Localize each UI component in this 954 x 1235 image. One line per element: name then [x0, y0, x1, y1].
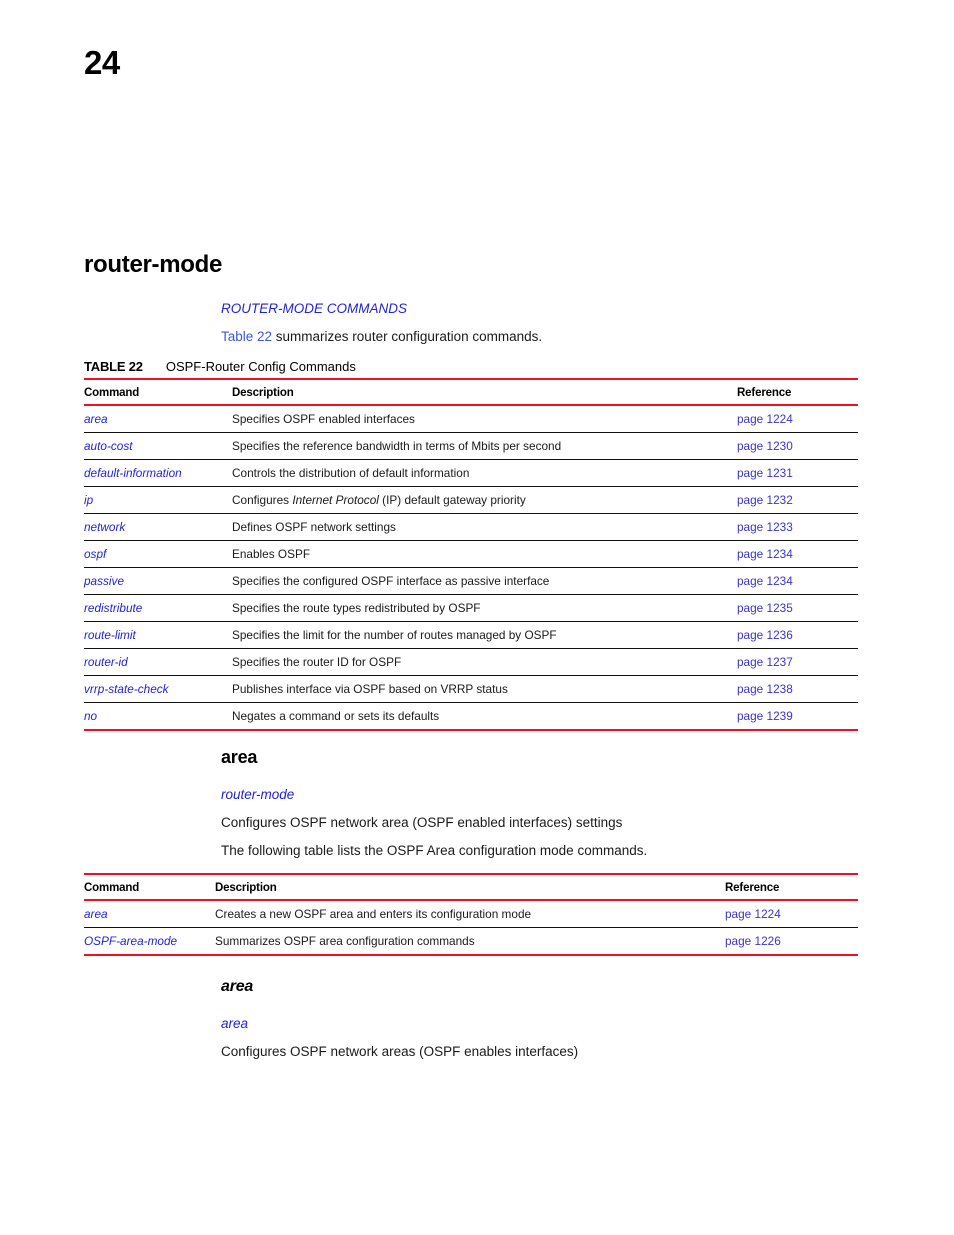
column-header-command: Command: [84, 378, 232, 406]
cell-command[interactable]: ip: [84, 486, 232, 514]
section-area-sub-mode-label[interactable]: area: [221, 1016, 921, 1032]
column-header-description: Description: [215, 873, 725, 901]
ospf-router-config-commands-table: Command Description Reference area Speci…: [84, 378, 858, 731]
table-area-head: Command Description Reference: [84, 873, 858, 901]
section-area-line2: The following table lists the OSPF Area …: [221, 843, 648, 858]
section-area-sub-line1: Configures OSPF network areas (OSPF enab…: [221, 1044, 579, 1059]
cell-command[interactable]: OSPF-area-mode: [84, 927, 215, 956]
description-post: (IP) default gateway priority: [378, 493, 526, 507]
cell-reference[interactable]: page 1226: [725, 927, 858, 956]
cell-reference[interactable]: page 1234: [737, 540, 858, 568]
cell-description: Enables OSPF: [232, 540, 737, 568]
cell-reference[interactable]: page 1231: [737, 459, 858, 487]
intro-summary-text: summarizes router configuration commands…: [272, 329, 543, 344]
table-row: vrrp-state-check Publishes interface via…: [84, 675, 858, 703]
description-emphasis: Internet Protocol: [292, 493, 379, 507]
cell-command[interactable]: area: [84, 900, 215, 928]
cell-command[interactable]: router-id: [84, 648, 232, 676]
table-row: ip Configures Internet Protocol (IP) def…: [84, 486, 858, 514]
table-row: network Defines OSPF network settings pa…: [84, 513, 858, 541]
section-area-sub-mode-row: area: [221, 1016, 921, 1032]
column-header-reference: Reference: [737, 378, 858, 406]
cell-reference[interactable]: page 1234: [737, 567, 858, 595]
cell-reference[interactable]: page 1233: [737, 513, 858, 541]
cell-command[interactable]: network: [84, 513, 232, 541]
cell-command[interactable]: passive: [84, 567, 232, 595]
section-area-heading-row: area: [221, 748, 921, 766]
cell-description: Negates a command or sets its defaults: [232, 702, 737, 731]
cell-description: Specifies the reference bandwidth in ter…: [232, 432, 737, 460]
column-header-command: Command: [84, 873, 215, 901]
cell-description: Configures Internet Protocol (IP) defaul…: [232, 486, 737, 514]
page-title: router-mode: [84, 251, 223, 278]
cell-description: Defines OSPF network settings: [232, 513, 737, 541]
table-row: route-limit Specifies the limit for the …: [84, 621, 858, 649]
table-caption-text: OSPF-Router Config Commands: [165, 359, 356, 374]
page-number: 24: [84, 44, 120, 81]
cell-description: Summarizes OSPF area configuration comma…: [215, 927, 725, 956]
section-area-sub-line1-row: Configures OSPF network areas (OSPF enab…: [221, 1044, 921, 1060]
table-row: router-id Specifies the router ID for OS…: [84, 648, 858, 676]
column-header-reference: Reference: [725, 873, 858, 901]
section-area-mode-row: router-mode: [221, 787, 921, 803]
table-row: area Specifies OSPF enabled interfaces p…: [84, 405, 858, 433]
table-caption-label: TABLE 22: [84, 359, 143, 374]
cell-description: Specifies the router ID for OSPF: [232, 648, 737, 676]
cell-description: Creates a new OSPF area and enters its c…: [215, 900, 725, 928]
section-area-line2-row: The following table lists the OSPF Area …: [221, 843, 921, 859]
intro-mode-label-row: ROUTER-MODE COMMANDS: [221, 301, 921, 317]
cell-description: Specifies OSPF enabled interfaces: [232, 405, 737, 433]
table-header-row: Command Description Reference: [84, 378, 858, 406]
table-area-body: area Creates a new OSPF area and enters …: [84, 900, 858, 956]
table-header-row: Command Description Reference: [84, 873, 858, 901]
table-row: ospf Enables OSPF page 1234: [84, 540, 858, 568]
section-area-sub-heading: area: [221, 978, 254, 995]
cell-description: Controls the distribution of default inf…: [232, 459, 737, 487]
column-header-description: Description: [232, 378, 737, 406]
table-xref-link[interactable]: Table 22: [221, 329, 272, 344]
cell-reference[interactable]: page 1224: [725, 900, 858, 928]
section-area-line1: Configures OSPF network area (OSPF enabl…: [221, 815, 623, 830]
cell-command[interactable]: auto-cost: [84, 432, 232, 460]
cell-description: Publishes interface via OSPF based on VR…: [232, 675, 737, 703]
ospf-area-config-commands-table: Command Description Reference area Creat…: [84, 873, 858, 956]
cell-description: Specifies the configured OSPF interface …: [232, 567, 737, 595]
document-page: 24 router-mode ROUTER-MODE COMMANDS Tabl…: [0, 0, 954, 1235]
cell-command[interactable]: redistribute: [84, 594, 232, 622]
cell-command[interactable]: vrrp-state-check: [84, 675, 232, 703]
cell-reference[interactable]: page 1239: [737, 702, 858, 731]
table-22-body: area Specifies OSPF enabled interfaces p…: [84, 405, 858, 731]
cell-command[interactable]: default-information: [84, 459, 232, 487]
table-row: passive Specifies the configured OSPF in…: [84, 567, 858, 595]
cell-reference[interactable]: page 1224: [737, 405, 858, 433]
cell-reference[interactable]: page 1236: [737, 621, 858, 649]
cell-description: Specifies the limit for the number of ro…: [232, 621, 737, 649]
cell-reference[interactable]: page 1238: [737, 675, 858, 703]
cell-description: Specifies the route types redistributed …: [232, 594, 737, 622]
section-area-heading: area: [221, 747, 258, 767]
table-row: area Creates a new OSPF area and enters …: [84, 900, 858, 928]
cell-reference[interactable]: page 1230: [737, 432, 858, 460]
section-area-sub-heading-row: area: [221, 979, 921, 995]
cell-reference[interactable]: page 1232: [737, 486, 858, 514]
cell-reference[interactable]: page 1235: [737, 594, 858, 622]
cell-command[interactable]: route-limit: [84, 621, 232, 649]
table-row: auto-cost Specifies the reference bandwi…: [84, 432, 858, 460]
intro-mode-label: ROUTER-MODE COMMANDS: [221, 301, 407, 316]
cell-command[interactable]: ospf: [84, 540, 232, 568]
intro-summary-row: Table 22 summarizes router configuration…: [221, 329, 921, 345]
table-row: no Negates a command or sets its default…: [84, 702, 858, 731]
cell-reference[interactable]: page 1237: [737, 648, 858, 676]
intro-summary: Table 22 summarizes router configuration…: [221, 329, 921, 345]
table-row: redistribute Specifies the route types r…: [84, 594, 858, 622]
cell-command[interactable]: area: [84, 405, 232, 433]
table-22-caption: TABLE 22 OSPF-Router Config Commands: [84, 359, 356, 374]
section-area-mode-label[interactable]: router-mode: [221, 787, 921, 803]
description-pre: Configures: [232, 493, 293, 507]
table-row: default-information Controls the distrib…: [84, 459, 858, 487]
cell-command[interactable]: no: [84, 702, 232, 731]
table-22-head: Command Description Reference: [84, 378, 858, 406]
table-row: OSPF-area-mode Summarizes OSPF area conf…: [84, 927, 858, 956]
section-area-line1-row: Configures OSPF network area (OSPF enabl…: [221, 815, 921, 831]
